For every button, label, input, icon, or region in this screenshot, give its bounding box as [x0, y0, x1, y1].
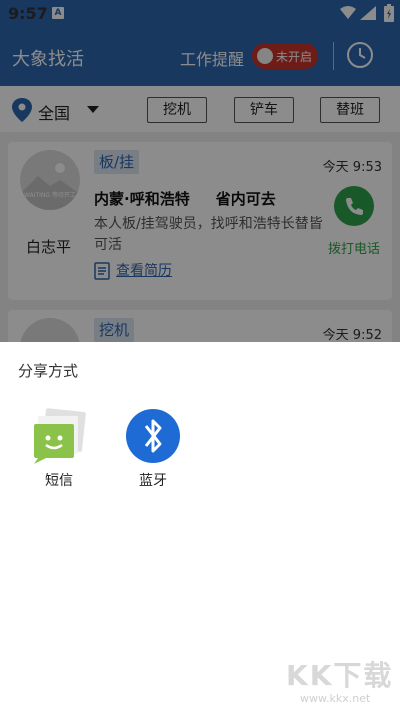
bluetooth-icon — [126, 409, 180, 463]
share-option-label: 短信 — [45, 473, 73, 489]
watermark-brand: KK下载 — [286, 659, 394, 692]
share-option-label: 蓝牙 — [139, 473, 167, 489]
watermark-url: www.kkx.net — [300, 692, 371, 705]
sms-icon — [34, 408, 86, 464]
share-sheet-title: 分享方式 — [18, 362, 79, 380]
share-option-sms[interactable]: 短信 — [24, 406, 94, 496]
dim-overlay[interactable] — [0, 0, 400, 342]
share-option-bluetooth[interactable]: 蓝牙 — [118, 406, 188, 496]
